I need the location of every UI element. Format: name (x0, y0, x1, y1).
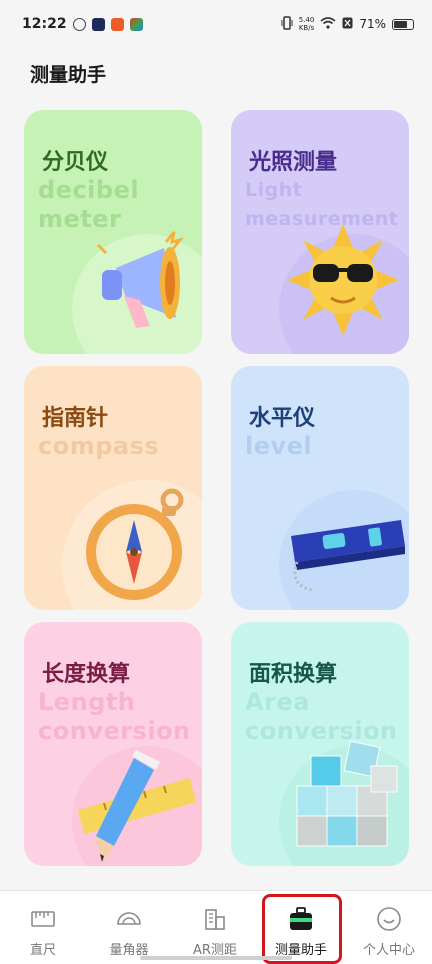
profile-icon (377, 907, 401, 931)
net-speed: 5.40 KB/s (299, 16, 315, 32)
megaphone-icon (96, 231, 184, 328)
card-title: 分贝仪 (42, 150, 109, 175)
status-time: 12:22 (22, 16, 67, 32)
card-decibel-meter[interactable]: 分贝仪 decibel meter (24, 110, 202, 354)
nav-item-protractor[interactable]: 量角器 (86, 891, 172, 964)
spirit-level-icon (291, 520, 405, 592)
status-right: 5.40 KB/s 71% (281, 15, 414, 33)
active-tab-highlight-box (262, 894, 342, 964)
app-notification-icon (110, 17, 124, 31)
wifi-icon (320, 16, 336, 32)
compass-icon (86, 488, 184, 600)
no-sim-icon (342, 17, 353, 32)
nav-item-ruler[interactable]: 直尺 (0, 891, 86, 964)
page-title: 测量助手 (30, 64, 107, 86)
nav-item-profile[interactable]: 个人中心 (346, 891, 432, 964)
card-title: 指南针 (42, 406, 109, 431)
card-light-measurement[interactable]: 光照测量 Light measurement (231, 110, 409, 354)
card-title: 面积换算 (249, 662, 338, 687)
bottom-nav: 直尺 量角器 AR测距 测量助手 个人中心 (0, 890, 432, 964)
card-title: 水平仪 (249, 406, 316, 431)
status-left: 12:22 (22, 16, 143, 32)
battery-percent: 71% (359, 17, 386, 31)
ruler-icon (31, 911, 55, 927)
app-notification-icon (129, 17, 143, 31)
status-bar: 12:22 5.40 KB/s 71% (0, 0, 432, 48)
app-notification-icon (91, 17, 105, 31)
nav-label: 直尺 (29, 943, 56, 958)
card-length-conversion[interactable]: 长度换算 Length conversion (24, 622, 202, 866)
battery-icon (392, 18, 414, 30)
card-level[interactable]: 水平仪 level (231, 366, 409, 610)
notification-icon (72, 17, 86, 31)
card-title: 光照测量 (249, 150, 338, 175)
card-subtitle: compass (38, 432, 160, 460)
sun-sunglasses-icon (287, 224, 399, 336)
card-subtitle: decibel meter (38, 176, 140, 233)
cube-icon (296, 740, 398, 847)
card-title: 长度换算 (42, 662, 131, 687)
card-area-conversion[interactable]: 面积换算 Area conversion (231, 622, 409, 866)
net-speed-unit: KB/s (298, 24, 315, 32)
nav-label: 个人中心 (362, 943, 415, 958)
ruler-pencil-icon (78, 750, 196, 862)
net-speed-value: 5.40 (298, 16, 315, 24)
card-subtitle: level (245, 432, 313, 460)
nav-item-ar-distance[interactable]: AR测距 (172, 891, 258, 964)
card-compass[interactable]: 指南针 compass (24, 366, 202, 610)
vibrate-icon (281, 15, 293, 33)
card-subtitle: Length conversion (38, 688, 191, 745)
home-indicator[interactable] (140, 956, 292, 960)
ar-distance-icon (205, 909, 225, 930)
protractor-icon (117, 912, 141, 925)
